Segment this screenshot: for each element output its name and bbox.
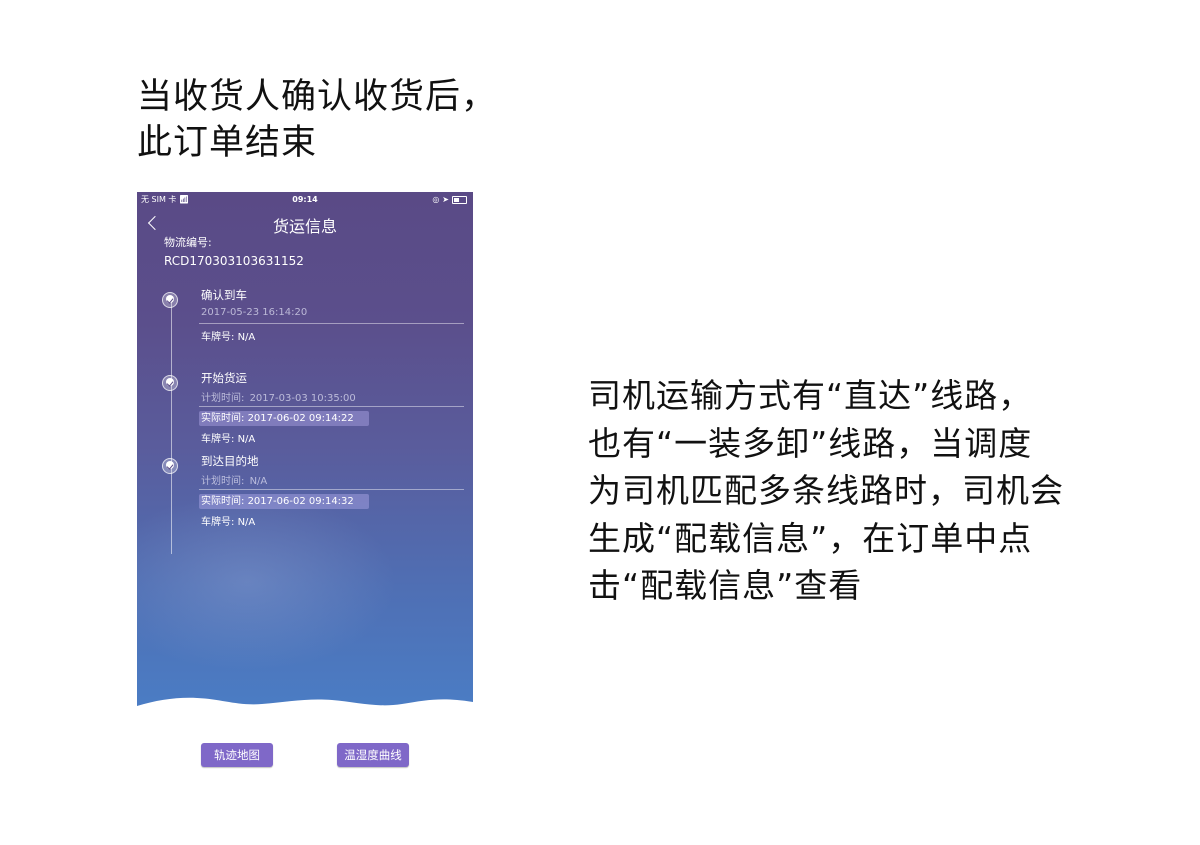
step-time: 2017-05-23 16:14:20 <box>201 307 308 318</box>
plate-label: 车牌号: <box>201 517 235 528</box>
order-number: RCD170303103631152 <box>164 254 304 268</box>
plate-label: 车牌号: <box>201 332 235 343</box>
caption-line: 司机运输方式有“直达”线路， <box>588 376 1033 415</box>
status-time: 09:14 <box>292 195 318 204</box>
order-number-label: 物流编号: <box>164 236 212 249</box>
plate-value: N/A <box>237 434 256 445</box>
status-bar: 无 SIM 卡 📶︎ 09:14 ◎ ➤ <box>137 192 473 208</box>
planned-time-row: 计划时间: 2017-03-03 10:35:00 <box>201 389 356 404</box>
step-title: 开始货运 <box>201 371 247 385</box>
lock-rotation-icon: ◎ <box>432 195 440 204</box>
planned-time-value: 2017-03-03 10:35:00 <box>249 393 356 404</box>
plate-row: 车牌号: N/A <box>201 513 255 528</box>
planned-time-value: N/A <box>249 476 268 487</box>
planned-time-label: 计划时间: <box>201 393 245 404</box>
check-circle-icon <box>162 292 178 308</box>
actual-time-label: 实际时间: <box>201 496 245 507</box>
check-circle-icon <box>162 458 178 474</box>
battery-icon <box>452 196 467 204</box>
caption-line: 当收货人确认收货后， <box>137 77 498 117</box>
plate-value: N/A <box>237 332 256 343</box>
caption-line: 也有“一装多卸”线路，当调度 <box>588 423 1033 463</box>
caption-order-end: 当收货人确认收货后， 此订单结束 <box>137 74 557 166</box>
track-map-button[interactable]: 轨迹地图 <box>201 743 273 767</box>
planned-time-label: 计划时间: <box>201 476 245 487</box>
actual-time-highlight: 实际时间: 2017-06-02 09:14:32 <box>199 494 369 509</box>
background-glow <box>137 492 397 672</box>
divider <box>199 489 464 490</box>
actual-time-highlight: 实际时间: 2017-06-02 09:14:22 <box>199 411 369 426</box>
plate-row: 车牌号: N/A <box>201 328 255 343</box>
divider <box>199 406 464 407</box>
caption-line: 此订单结束 <box>137 123 318 163</box>
plate-row: 车牌号: N/A <box>201 430 255 445</box>
timeline-line <box>171 300 172 554</box>
phone-screen: 无 SIM 卡 📶︎ 09:14 ◎ ➤ 货运信息 物流编号: RCD17030… <box>137 192 473 720</box>
actual-time-value: 2017-06-02 09:14:22 <box>247 413 354 424</box>
caption-route-info: 司机运输方式有“直达”线路， 也有“一装多卸”线路，当调度 为司机匹配多条线路时… <box>588 372 1128 610</box>
planned-time-row: 计划时间: N/A <box>201 472 267 487</box>
actual-time-value: 2017-06-02 09:14:32 <box>247 496 354 507</box>
caption-line: 生成“配载信息”，在订单中点 <box>588 518 1033 558</box>
actual-time-label: 实际时间: <box>201 413 245 424</box>
nav-bar: 货运信息 <box>137 210 473 236</box>
plate-label: 车牌号: <box>201 434 235 445</box>
location-icon: ➤ <box>442 195 449 204</box>
bottom-wave <box>137 697 473 720</box>
status-icons: ◎ ➤ <box>432 192 467 208</box>
plate-value: N/A <box>237 517 256 528</box>
step-title: 到达目的地 <box>201 454 259 468</box>
caption-line: 为司机匹配多条线路时，司机会 <box>588 471 1064 510</box>
caption-line: 击“配载信息”查看 <box>588 566 863 605</box>
check-circle-icon <box>162 375 178 391</box>
temperature-humidity-curve-button[interactable]: 温湿度曲线 <box>337 743 409 767</box>
step-title: 确认到车 <box>201 288 247 302</box>
divider <box>199 323 464 324</box>
